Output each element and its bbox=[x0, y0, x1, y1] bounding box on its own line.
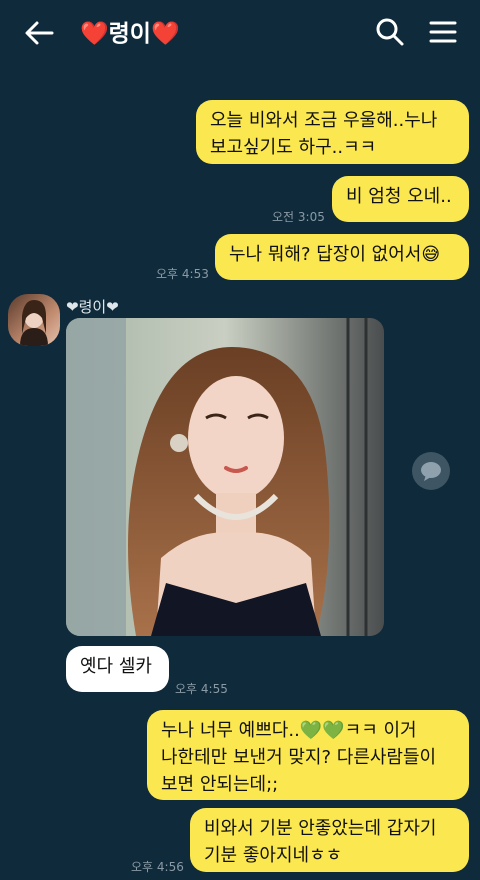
message-outgoing-3[interactable]: 누나 뭐해? 답장이 없어서😅 bbox=[215, 234, 469, 280]
heart-right: ❤️ bbox=[150, 21, 180, 47]
message-time: 오후 4:53 bbox=[156, 267, 209, 281]
message-incoming-1[interactable]: 옛다 셀카 bbox=[66, 646, 169, 692]
search-icon bbox=[376, 18, 404, 46]
share-button[interactable] bbox=[412, 452, 450, 490]
chat-header: ❤️령이❤️ bbox=[0, 0, 480, 66]
selfie-image bbox=[66, 318, 384, 636]
sender-name: ❤령이❤ bbox=[66, 298, 119, 316]
heart-left: ❤️ bbox=[80, 21, 109, 47]
message-outgoing-4[interactable]: 누나 너무 예쁘다..💚💚ㅋㅋ 이거 나한테만 보낸거 맞지? 다른사람들이 보… bbox=[147, 710, 469, 800]
message-time: 오후 4:55 bbox=[175, 682, 228, 696]
message-time: 오전 3:05 bbox=[272, 210, 325, 224]
chat-title-name: 령이 bbox=[108, 21, 151, 47]
chat-title: ❤️령이❤️ bbox=[80, 14, 180, 48]
avatar-image bbox=[20, 300, 48, 346]
menu-button[interactable] bbox=[428, 18, 458, 46]
arrow-left-icon bbox=[25, 21, 54, 45]
avatar[interactable] bbox=[8, 294, 60, 346]
back-button[interactable] bbox=[22, 18, 56, 48]
message-outgoing-1[interactable]: 오늘 비와서 조금 우울해..누나 보고싶기도 하구..ㅋㅋ bbox=[196, 100, 469, 164]
hamburger-menu-icon bbox=[429, 21, 457, 43]
speech-bubble-icon bbox=[421, 462, 441, 481]
message-outgoing-2[interactable]: 비 엄청 오네.. bbox=[332, 176, 469, 222]
message-outgoing-5[interactable]: 비와서 기분 안좋았는데 갑자기 기분 좋아지네ㅎㅎ bbox=[190, 808, 469, 872]
search-button[interactable] bbox=[374, 16, 406, 48]
shared-photo[interactable] bbox=[66, 318, 384, 636]
message-time: 오후 4:56 bbox=[131, 860, 184, 874]
